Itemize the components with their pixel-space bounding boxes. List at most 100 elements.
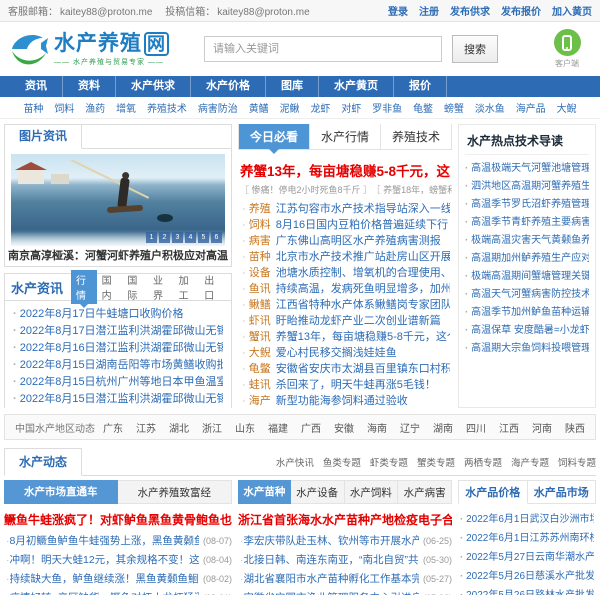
- news-list-item[interactable]: 蛙讯杀回来了，明天牛蛙再涨5毛钱！: [242, 377, 450, 393]
- nav-item[interactable]: 报价: [394, 76, 447, 97]
- today-sublink[interactable]: 养蟹18年，螃蟹和蟹苗从来: [376, 185, 452, 195]
- dynamics-link[interactable]: 水产快讯: [276, 455, 314, 469]
- category-link[interactable]: 增氧: [116, 100, 136, 115]
- category-link[interactable]: 黄鳝: [249, 100, 269, 115]
- contribute-email-link[interactable]: kaitey88@proton.me: [217, 7, 309, 18]
- news-list-item[interactable]: 2022年8月15日杭州广州等地日本甲鱼温室: [13, 374, 223, 391]
- news-category-tag[interactable]: 虾讯: [249, 315, 271, 327]
- market-tab[interactable]: 水产市场直通车: [4, 480, 118, 504]
- news-link[interactable]: 养蟹13年，每亩塘稳赚5-8千元，这个洪泽湖: [276, 331, 450, 343]
- category-link[interactable]: 大鲵: [557, 100, 577, 115]
- region-link[interactable]: 浙江: [202, 420, 222, 435]
- news-link[interactable]: 湖北省襄阳市水产苗种孵化工作基本完成: [244, 570, 419, 589]
- category-link[interactable]: 对虾: [341, 100, 361, 115]
- market-tab[interactable]: 水产养殖致富经: [118, 480, 233, 504]
- news-link[interactable]: 广东佛山高明区水产养殖病害测报: [276, 235, 441, 247]
- news-list-item[interactable]: 极端高温期间蟹塘管理关键技术: [465, 268, 589, 286]
- dynamics-link[interactable]: 蟹类专题: [417, 455, 455, 469]
- news-list-item[interactable]: 病害广东佛山高明区水产养殖病害测报: [242, 233, 450, 249]
- news-list-item[interactable]: 2022年5月27日云南华潮水产品批发: [460, 548, 594, 567]
- news-category-tag[interactable]: 苗种: [249, 251, 271, 263]
- news-link[interactable]: 李宏庆带队赴玉林、钦州等市开展水产种业产: [244, 532, 419, 551]
- news-link[interactable]: 爱心村民移交搁浅娃娃鱼: [276, 347, 397, 359]
- category-link[interactable]: 海产品: [516, 100, 546, 115]
- news-list-item[interactable]: 高温极端天气河蟹池塘管理措施: [465, 160, 589, 178]
- today-tab[interactable]: 今日必看: [239, 124, 309, 149]
- news-list-item[interactable]: 龟鳖安徽省安庆市太湖县百里镇东口村积极发展稻田养: [242, 361, 450, 377]
- news-list-item[interactable]: 高温天气河蟹病害防控技术要点: [465, 286, 589, 304]
- news-list-item[interactable]: 虾讯盱眙推动龙虾产业二次创业谱新篇: [242, 313, 450, 329]
- news-list-item[interactable]: 高温季节罗氏沼虾养殖管理注意要点: [465, 196, 589, 214]
- category-link[interactable]: 龙虾: [310, 100, 330, 115]
- news-list-item[interactable]: 2022年5月26日慈溪水产批发市场水: [460, 567, 594, 586]
- news-list-item[interactable]: 蟹讯养蟹13年，每亩塘稳赚5-8千元，这个洪泽湖: [242, 329, 450, 345]
- search-button[interactable]: 搜索: [452, 35, 498, 63]
- tab-dynamics[interactable]: 水产动态: [4, 448, 82, 476]
- dynamics-link[interactable]: 虾类专题: [370, 455, 408, 469]
- category-link[interactable]: 罗非鱼: [372, 100, 402, 115]
- news-link[interactable]: 江西省特种水产体系鳅鳝岗专家团队赴进贤县科技: [276, 299, 450, 311]
- news-link[interactable]: 新型功能海参饲料通过验收: [276, 395, 408, 407]
- topbar-link[interactable]: 发布供求: [450, 3, 490, 18]
- region-link[interactable]: 江西: [499, 420, 519, 435]
- nav-item[interactable]: 资料: [63, 76, 116, 97]
- news-category-tag[interactable]: 病害: [249, 235, 271, 247]
- news-category-tag[interactable]: 蛙讯: [249, 379, 271, 391]
- news-link[interactable]: 8月初鳜鱼鲈鱼牛蛙强势上涨，黑鱼黄颡鱼鮰: [10, 532, 199, 551]
- topbar-link[interactable]: 加入黄页: [552, 3, 592, 18]
- news-category-tag[interactable]: 大鲵: [249, 347, 271, 359]
- news-link[interactable]: 北接日韩、南连东南亚，“南北自贸”共筑“: [244, 551, 419, 570]
- nav-item[interactable]: 水产供求: [116, 76, 191, 97]
- category-link[interactable]: 泥鳅: [280, 100, 300, 115]
- price-tab[interactable]: 水产品价格: [458, 480, 528, 504]
- category-link[interactable]: 饲料: [54, 100, 74, 115]
- news-list-item[interactable]: 饲料8月16日国内豆粕价格普遍延续下行: [242, 217, 450, 233]
- news-list-item[interactable]: 2022年8月15日潜江监利洪湖霍邱微山无锡: [13, 391, 223, 408]
- seed-headline[interactable]: 浙江省首张海水水产苗种产地检疫电子合格证: [238, 511, 452, 528]
- news-list-item[interactable]: 疫情好转+产区缺货，鳜鱼对虾小龙虾猛涨，(08-01): [6, 589, 232, 595]
- region-link[interactable]: 山东: [235, 420, 255, 435]
- news-link[interactable]: 安徽省安庆市太湖县百里镇东口村积极发展稻田养: [276, 363, 450, 375]
- seed-tab[interactable]: 水产病害: [398, 480, 452, 504]
- news-list-item[interactable]: 2022年8月17日潜江监利洪湖霍邱微山无锡: [13, 323, 223, 340]
- region-link[interactable]: 安徽: [334, 420, 354, 435]
- news-category-tag[interactable]: 设备: [249, 267, 271, 279]
- dynamics-link[interactable]: 两栖专题: [464, 455, 502, 469]
- nav-item[interactable]: 图库: [266, 76, 319, 97]
- nav-item[interactable]: 资讯: [10, 76, 63, 97]
- news-link[interactable]: 冲啊！明天大蛙12元，其余规格不变！这波: [10, 551, 199, 570]
- news-list-item[interactable]: 高温保草 安度酷暑=小龙虾养殖高温: [465, 322, 589, 340]
- news-list-item[interactable]: 2022年8月15日湖南岳阳等市场黄鳝收购批: [13, 357, 223, 374]
- news-link[interactable]: 安徽省宁国市渔业管理服务中心引进良种助力: [244, 589, 419, 595]
- news-list-item[interactable]: 苗种北京市水产技术推广站赴房山区开展水产种质资源: [242, 249, 450, 265]
- site-logo[interactable]: 水产养殖网 —— 水产养殖与贸易专家 ——: [8, 29, 204, 69]
- region-link[interactable]: 四川: [466, 420, 486, 435]
- photo-pager-item[interactable]: 5: [198, 232, 209, 243]
- tab-photo-news[interactable]: 图片资讯: [5, 125, 82, 149]
- nav-item[interactable]: 水产价格: [191, 76, 266, 97]
- region-link[interactable]: 河南: [532, 420, 552, 435]
- news-link[interactable]: 持续高温，发病死鱼明显增多，加州鲈养殖户如何: [276, 283, 450, 295]
- photo-pager-item[interactable]: 1: [146, 232, 157, 243]
- news-link[interactable]: 北京市水产技术推广站赴房山区开展水产种质资源: [276, 251, 450, 263]
- news-list-item[interactable]: 湖北省襄阳市水产苗种孵化工作基本完成(05-27): [240, 570, 452, 589]
- seed-tab[interactable]: 水产设备: [291, 480, 345, 504]
- seed-tab[interactable]: 水产饲料: [345, 480, 399, 504]
- category-link[interactable]: 苗种: [23, 100, 43, 115]
- news-link[interactable]: 盱眙推动龙虾产业二次创业谱新篇: [276, 315, 441, 327]
- seed-tab[interactable]: 水产苗种: [238, 480, 291, 504]
- news-list-item[interactable]: 北接日韩、南连东南亚，“南北自贸”共筑“(05-30): [240, 551, 452, 570]
- news-category-tag[interactable]: 养殖: [249, 203, 271, 215]
- news-list-item[interactable]: 李宏庆带队赴玉林、钦州等市开展水产种业产(06-25): [240, 532, 452, 551]
- region-link[interactable]: 广东: [103, 420, 123, 435]
- category-link[interactable]: 螃蟹: [444, 100, 464, 115]
- news-list-item[interactable]: 安徽省宁国市渔业管理服务中心引进良种助力(05-26): [240, 589, 452, 595]
- today-tab[interactable]: 水产行情: [309, 124, 380, 149]
- today-tab[interactable]: 养殖技术: [380, 124, 451, 149]
- search-input[interactable]: [204, 36, 442, 62]
- news-category-tag[interactable]: 海产: [249, 395, 271, 407]
- news-list-item[interactable]: 设备池塘水质控制、增氧机的合理使用、防止缺氧浮头: [242, 265, 450, 281]
- news-list-item[interactable]: 养殖江苏句容市水产技术指导站深入一线做好高温技术: [242, 201, 450, 217]
- news-category-tag[interactable]: 鳅鳝: [249, 299, 271, 311]
- category-link[interactable]: 淡水鱼: [475, 100, 505, 115]
